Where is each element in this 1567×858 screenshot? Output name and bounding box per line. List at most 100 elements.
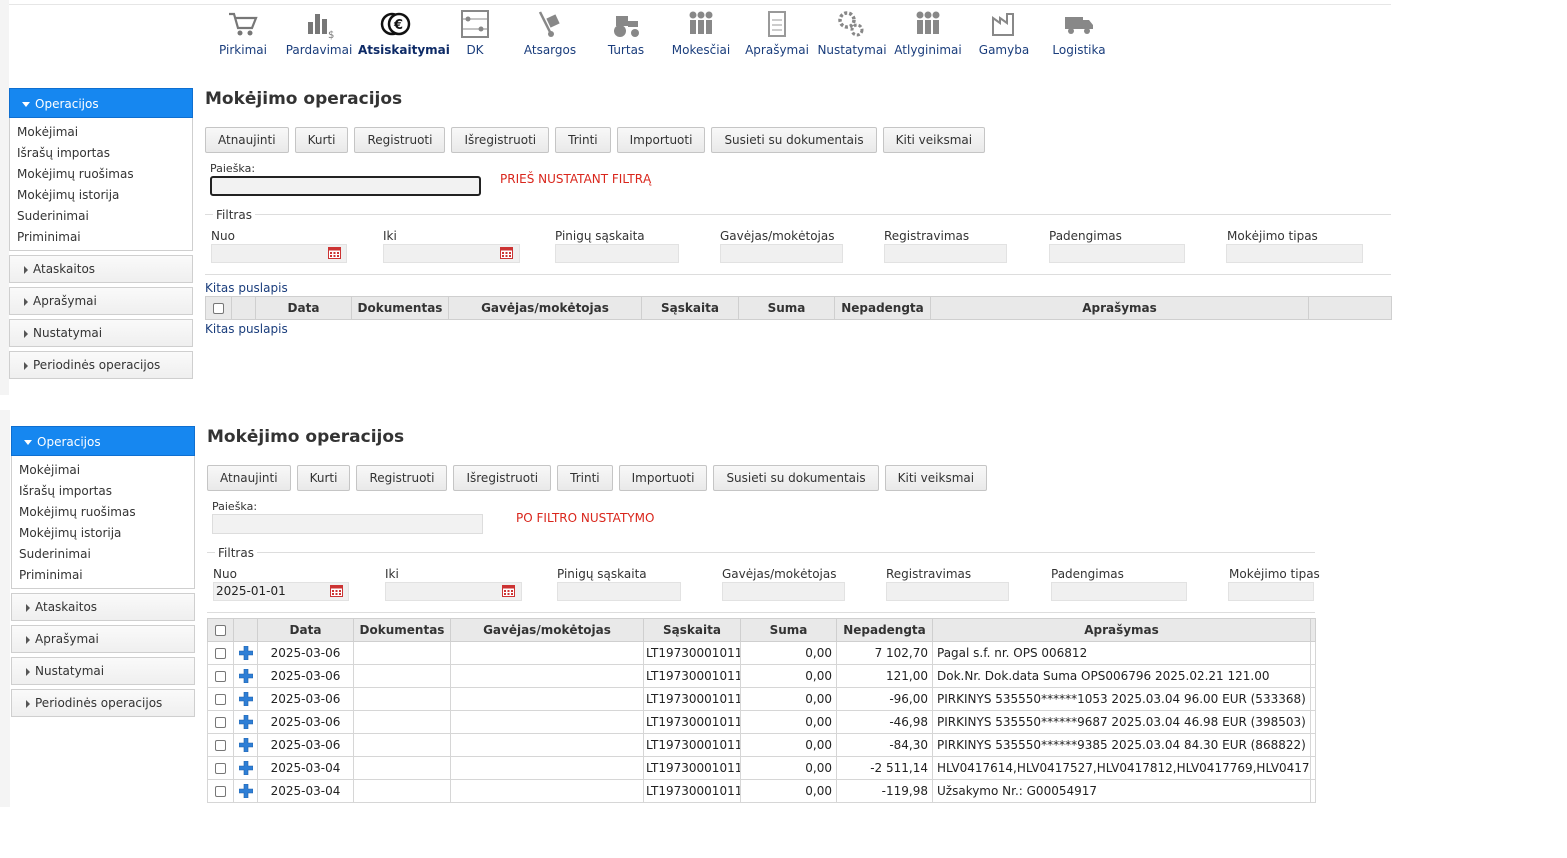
more-actions-button[interactable]: Kiti veiksmai: [884, 465, 988, 491]
create-button[interactable]: Kurti: [294, 127, 349, 153]
sidebar-section-aprasymai[interactable]: Aprašymai: [11, 625, 195, 653]
sidebar-section-nustatymai[interactable]: Nustatymai: [9, 319, 193, 347]
nav-atlyginimai[interactable]: Atlyginimai: [890, 8, 966, 57]
date-from-input[interactable]: [211, 244, 347, 263]
plus-icon[interactable]: [238, 715, 253, 730]
payee-input[interactable]: [722, 582, 845, 601]
registration-select[interactable]: [886, 582, 1009, 601]
sidebar-item-mokejimu-ruosimas[interactable]: Mokėjimų ruošimas: [12, 502, 194, 523]
payment-type-select[interactable]: [1228, 582, 1314, 601]
column-header-amount[interactable]: Suma: [740, 618, 837, 642]
sidebar-item-mokejimu-istorija[interactable]: Mokėjimų istorija: [10, 185, 192, 206]
sidebar-head-operacijos[interactable]: Operacijos: [11, 426, 195, 456]
sidebar-section-periodines[interactable]: Periodinės operacijos: [9, 351, 193, 379]
sidebar-item-israsu-importas[interactable]: Išrašų importas: [10, 143, 192, 164]
nav-atsiskaitymai[interactable]: € Atsiskaitymai: [358, 8, 450, 57]
nav-dk[interactable]: DK: [437, 8, 513, 57]
column-header-description[interactable]: Aprašymas: [932, 618, 1311, 642]
link-documents-button[interactable]: Susieti su dokumentais: [713, 465, 879, 491]
plus-icon[interactable]: [238, 692, 253, 707]
row-checkbox[interactable]: [215, 671, 226, 682]
unregister-button[interactable]: Išregistruoti: [451, 127, 550, 153]
nav-turtas[interactable]: Turtas: [588, 8, 664, 57]
table-row[interactable]: 2025-03-06 LT197300010115 0,00 -96,00 PIRKIN…: [207, 687, 1316, 711]
delete-button[interactable]: Trinti: [557, 465, 613, 491]
payee-input[interactable]: [720, 244, 843, 263]
column-header-description[interactable]: Aprašymas: [930, 296, 1309, 320]
sidebar-section-ataskaitos[interactable]: Ataskaitos: [11, 593, 195, 621]
import-button[interactable]: Importuoti: [616, 127, 706, 153]
next-page-link[interactable]: Kitas puslapis: [205, 281, 288, 295]
date-from-input[interactable]: 2025-01-01: [213, 582, 349, 601]
nav-gamyba[interactable]: Gamyba: [966, 8, 1042, 57]
row-checkbox-cell[interactable]: [207, 733, 234, 757]
sidebar-head-operacijos[interactable]: Operacijos: [9, 88, 193, 118]
coverage-select[interactable]: [1051, 582, 1187, 601]
sidebar-item-mokejimu-istorija[interactable]: Mokėjimų istorija: [12, 523, 194, 544]
delete-button[interactable]: Trinti: [555, 127, 611, 153]
expand-cell[interactable]: [233, 779, 258, 803]
plus-icon[interactable]: [238, 738, 253, 753]
row-checkbox[interactable]: [215, 648, 226, 659]
sidebar-item-priminimai[interactable]: Priminimai: [10, 227, 192, 248]
table-row[interactable]: 2025-03-04 LT197300010115 0,00 -2 511,14 HLV…: [207, 756, 1316, 780]
column-header-payee[interactable]: Gavėjas/mokėtojas: [448, 296, 642, 320]
table-row[interactable]: 2025-03-06 LT197300010115 0,00 121,00 Dok.Nr…: [207, 664, 1316, 688]
column-header-account[interactable]: Sąskaita: [641, 296, 739, 320]
column-header-uncovered[interactable]: Nepadengta: [834, 296, 931, 320]
row-checkbox-cell[interactable]: [207, 641, 234, 665]
table-row[interactable]: 2025-03-06 LT197300010115 0,00 -84,30 PIRKIN…: [207, 733, 1316, 757]
plus-icon[interactable]: [238, 646, 253, 661]
expand-cell[interactable]: [233, 687, 258, 711]
sidebar-item-israsu-importas[interactable]: Išrašų importas: [12, 481, 194, 502]
sidebar-section-ataskaitos[interactable]: Ataskaitos: [9, 255, 193, 283]
table-row[interactable]: 2025-03-06 LT197300010115 0,00 -46,98 PIRKIN…: [207, 710, 1316, 734]
row-checkbox[interactable]: [215, 740, 226, 751]
row-checkbox-cell[interactable]: [207, 756, 234, 780]
plus-icon[interactable]: [238, 669, 253, 684]
nav-pardavimai[interactable]: $ Pardavimai: [281, 8, 357, 57]
select-all-checkbox-cell[interactable]: [205, 296, 232, 320]
registration-select[interactable]: [884, 244, 1007, 263]
column-header-document[interactable]: Dokumentas: [353, 618, 451, 642]
column-header-account[interactable]: Sąskaita: [643, 618, 741, 642]
column-header-date[interactable]: Data: [257, 618, 354, 642]
plus-icon[interactable]: [238, 761, 253, 776]
row-checkbox[interactable]: [215, 786, 226, 797]
nav-aprasymai[interactable]: Aprašymai: [739, 8, 815, 57]
search-input[interactable]: [212, 514, 483, 534]
expand-cell[interactable]: [233, 641, 258, 665]
money-account-select[interactable]: [557, 582, 681, 601]
sidebar-item-mokejimu-ruosimas[interactable]: Mokėjimų ruošimas: [10, 164, 192, 185]
column-header-payee[interactable]: Gavėjas/mokėtojas: [450, 618, 644, 642]
calendar-icon[interactable]: [500, 247, 513, 259]
search-input[interactable]: [210, 176, 481, 196]
column-header-date[interactable]: Data: [255, 296, 352, 320]
sidebar-item-mokejimai[interactable]: Mokėjimai: [10, 122, 192, 143]
column-header-amount[interactable]: Suma: [738, 296, 835, 320]
plus-icon[interactable]: [238, 784, 253, 799]
calendar-icon[interactable]: [502, 585, 515, 597]
row-checkbox-cell[interactable]: [207, 664, 234, 688]
sidebar-section-aprasymai[interactable]: Aprašymai: [9, 287, 193, 315]
sidebar-item-priminimai[interactable]: Priminimai: [12, 565, 194, 586]
coverage-select[interactable]: [1049, 244, 1185, 263]
register-button[interactable]: Registruoti: [354, 127, 446, 153]
more-actions-button[interactable]: Kiti veiksmai: [882, 127, 986, 153]
link-documents-button[interactable]: Susieti su dokumentais: [711, 127, 877, 153]
nav-mokesciai[interactable]: Mokesčiai: [663, 8, 739, 57]
next-page-link[interactable]: Kitas puslapis: [205, 322, 288, 336]
expand-cell[interactable]: [233, 664, 258, 688]
sidebar-section-periodines[interactable]: Periodinės operacijos: [11, 689, 195, 717]
nav-pirkimai[interactable]: Pirkimai: [205, 8, 281, 57]
calendar-icon[interactable]: [328, 247, 341, 259]
nav-atsargos[interactable]: Atsargos: [512, 8, 588, 57]
row-checkbox-cell[interactable]: [207, 687, 234, 711]
create-button[interactable]: Kurti: [296, 465, 351, 491]
row-checkbox-cell[interactable]: [207, 710, 234, 734]
sidebar-item-mokejimai[interactable]: Mokėjimai: [12, 460, 194, 481]
sidebar-item-suderinimai[interactable]: Suderinimai: [10, 206, 192, 227]
sidebar-item-suderinimai[interactable]: Suderinimai: [12, 544, 194, 565]
select-all-checkbox-cell[interactable]: [207, 618, 234, 642]
register-button[interactable]: Registruoti: [356, 465, 448, 491]
